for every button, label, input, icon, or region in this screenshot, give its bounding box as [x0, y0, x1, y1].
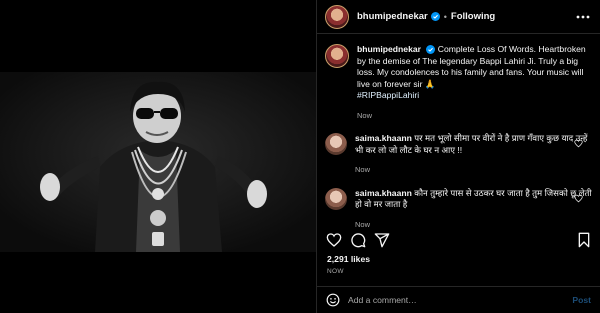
comment-icon[interactable] [350, 232, 366, 248]
caption-author-avatar[interactable] [325, 44, 349, 68]
comment-username[interactable]: saima.khaann [355, 133, 412, 143]
caption-hashtag[interactable]: #RIPBappiLahiri [357, 90, 419, 100]
instagram-post-modal: bhumipednekar • Following bhumipednekar [0, 0, 600, 313]
commenter-avatar[interactable] [325, 187, 347, 210]
comment-text-block: saima.khaann पर मत भूलो सीमा पर वीरों ने… [355, 133, 593, 176]
comment-time: Now [355, 165, 371, 174]
bappi-lahiri-photo [0, 72, 316, 252]
comments-section[interactable]: bhumipednekar Complete Loss Of Words. He… [317, 34, 600, 229]
caption-username[interactable]: bhumipednekar [357, 44, 421, 54]
share-icon[interactable] [374, 232, 390, 248]
author-avatar[interactable] [325, 4, 349, 29]
comment-like-icon[interactable] [574, 139, 583, 148]
comment-username[interactable]: saima.khaann [355, 188, 412, 198]
save-icon[interactable] [576, 232, 592, 248]
author-username[interactable]: bhumipednekar [357, 11, 428, 22]
comment-text-block: saima.khaann कौन तुम्हारे पास से उठकर घर… [355, 188, 593, 231]
following-button[interactable]: Following [451, 11, 495, 22]
emoji-icon[interactable] [326, 293, 340, 307]
post-header: bhumipednekar • Following [317, 0, 600, 34]
likes-count[interactable]: 2,291 likes [327, 254, 370, 264]
caption-row: bhumipednekar Complete Loss Of Words. He… [325, 44, 593, 121]
comment-row: saima.khaann पर मत भूलो सीमा पर वीरों ने… [325, 133, 593, 176]
header-separator: • [443, 11, 447, 22]
post-timestamp: NOW [327, 268, 344, 275]
commenter-avatar[interactable] [325, 133, 347, 155]
add-comment-input[interactable]: Add a comment… [348, 295, 417, 305]
verified-icon [430, 12, 440, 21]
caption-text-block: bhumipednekar Complete Loss Of Words. He… [357, 44, 593, 121]
add-comment-bar: Add a comment… Post [317, 286, 600, 313]
post-media[interactable] [0, 0, 316, 313]
post-side-panel: bhumipednekar • Following bhumipednekar [316, 0, 600, 313]
comment-row: saima.khaann कौन तुम्हारे पास से उठकर घर… [325, 187, 593, 231]
comment-like-icon[interactable] [574, 194, 583, 203]
post-actions-bar [317, 226, 600, 254]
verified-icon [426, 45, 436, 55]
post-photo [0, 72, 316, 252]
caption-time: Now [357, 110, 373, 120]
more-options-icon[interactable] [576, 11, 590, 23]
heart-icon[interactable] [326, 232, 342, 248]
post-comment-button[interactable]: Post [572, 295, 591, 305]
